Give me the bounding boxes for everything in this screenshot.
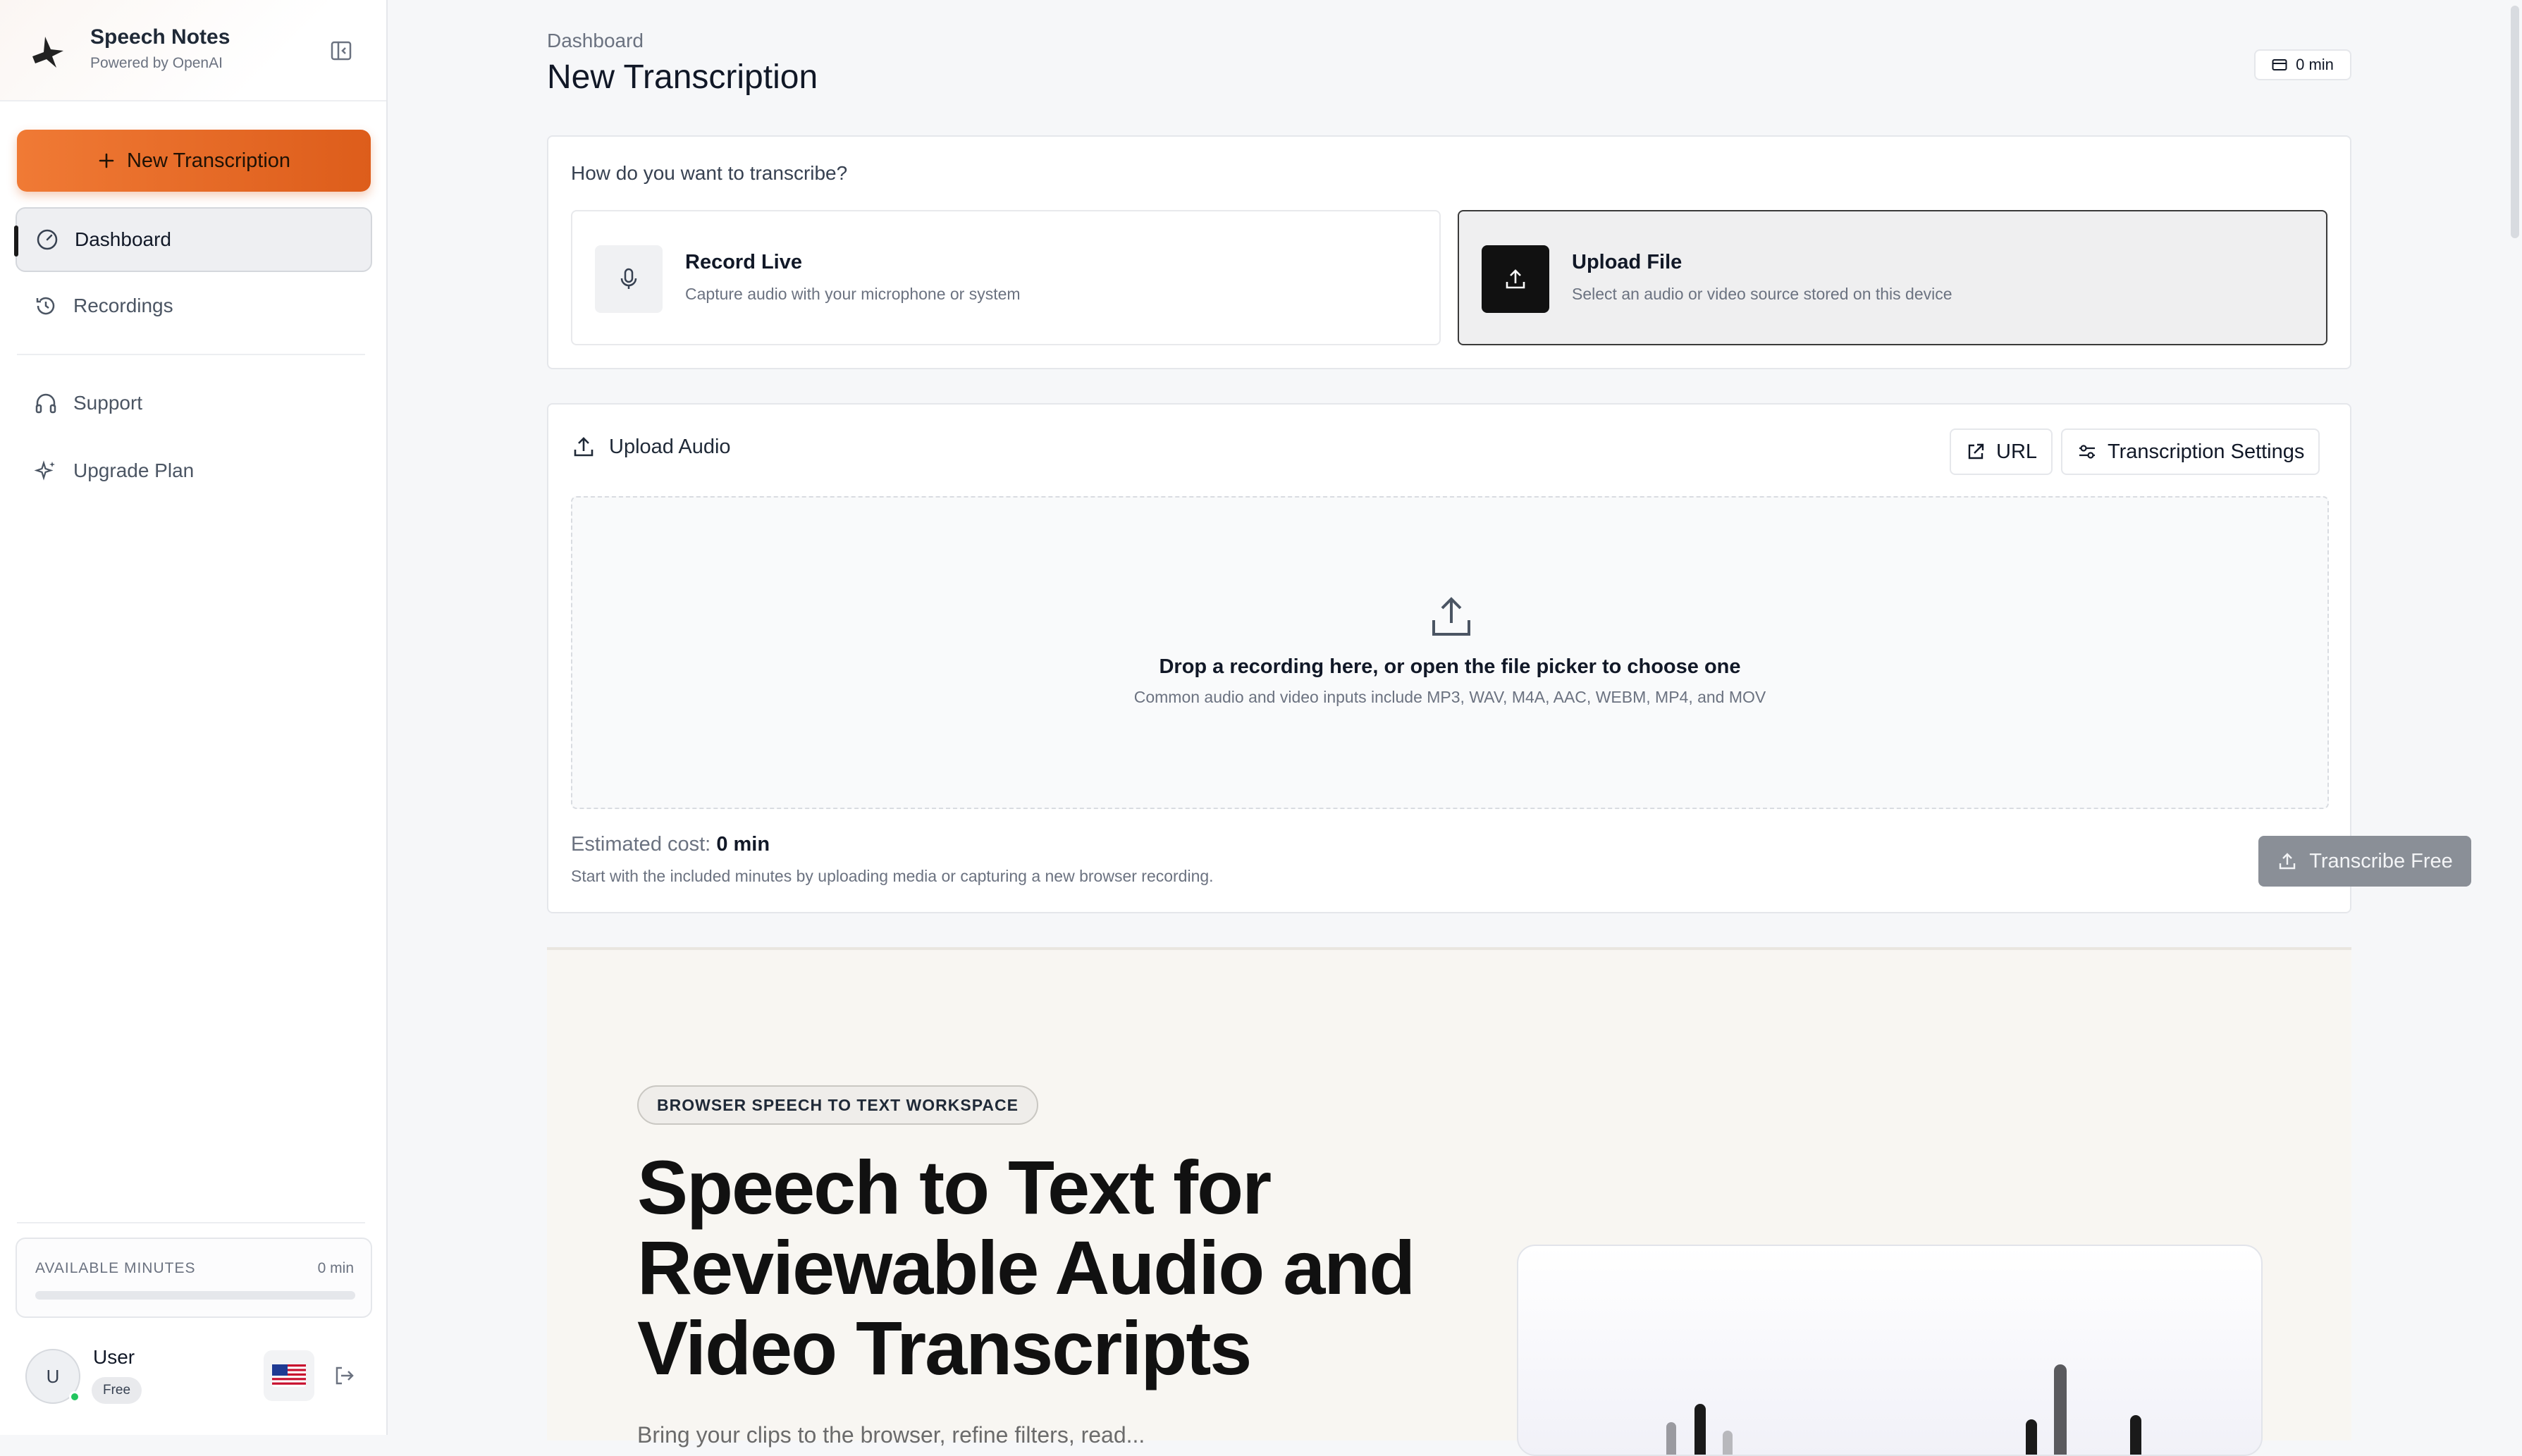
dropzone-title: Drop a recording here, or open the file …: [1159, 655, 1741, 678]
available-minutes-value: 0 min: [317, 1260, 354, 1276]
minutes-pill-value: 0 min: [2296, 56, 2334, 73]
upload-audio-title: Upload Audio: [609, 435, 731, 458]
bird-logo-icon: [32, 37, 63, 68]
upload-icon: [574, 437, 593, 457]
file-dropzone[interactable]: Drop a recording here, or open the file …: [571, 496, 2329, 809]
hero-badge: BROWSER SPEECH TO TEXT WORKSPACE: [637, 1085, 1038, 1125]
card-icon: [2272, 59, 2287, 70]
online-status-dot: [69, 1391, 80, 1402]
url-button[interactable]: URL: [1950, 428, 2053, 475]
app-title: Speech Notes: [90, 25, 230, 49]
upload-file-option[interactable]: Upload File Select an audio or video sou…: [1458, 210, 2327, 345]
option-title: Record Live: [685, 251, 802, 273]
sidebar-header: Speech Notes Powered by OpenAI: [0, 0, 386, 101]
minutes-progress-bar: [35, 1291, 355, 1300]
option-title: Upload File: [1572, 251, 1683, 273]
transcription-settings-label: Transcription Settings: [2108, 440, 2305, 463]
hero-title-line: Video Transcripts: [637, 1305, 1252, 1390]
mode-question: How do you want to transcribe?: [571, 162, 848, 184]
gauge-icon: [37, 229, 58, 250]
language-button[interactable]: [264, 1350, 314, 1401]
minutes-pill: 0 min: [2254, 49, 2351, 80]
main-content: Dashboard New Transcription 0 min How do…: [388, 0, 2522, 1456]
hero-title: Speech to Text for Reviewable Audio and …: [637, 1147, 1483, 1388]
available-minutes-label: AVAILABLE MINUTES: [35, 1260, 196, 1276]
sidebar-item-label: Upgrade Plan: [73, 459, 195, 481]
scrollbar-thumb[interactable]: [2511, 6, 2519, 238]
available-minutes-card: AVAILABLE MINUTES 0 min: [16, 1238, 372, 1318]
estimated-cost-value: 0 min: [716, 833, 770, 856]
sidebar-item-support[interactable]: Support: [16, 371, 372, 436]
transcription-mode-card: How do you want to transcribe? Record Li…: [547, 135, 2351, 369]
sliders-icon: [2079, 445, 2095, 459]
option-desc: Capture audio with your microphone or sy…: [685, 285, 1021, 303]
estimated-cost-label: Estimated cost:: [571, 833, 711, 856]
hero-section: BROWSER SPEECH TO TEXT WORKSPACE Speech …: [547, 947, 2351, 1456]
page-title: New Transcription: [547, 58, 818, 96]
sidebar-collapse-icon[interactable]: [328, 38, 354, 63]
record-live-option[interactable]: Record Live Capture audio with your micr…: [571, 210, 1441, 345]
waveform-icon: [1666, 1364, 2141, 1455]
option-desc: Select an audio or video source stored o…: [1572, 285, 1952, 303]
waveform-preview: [1517, 1245, 2263, 1456]
sidebar-item-recordings[interactable]: Recordings: [16, 273, 372, 338]
sparkles-icon: [34, 460, 55, 481]
sidebar-bottom-divider: [17, 1222, 365, 1223]
new-transcription-label: New Transcription: [126, 149, 291, 172]
sidebar-item-label: Recordings: [73, 295, 173, 316]
hero-title-line: Speech to Text for: [637, 1145, 1272, 1230]
upload-icon: [2279, 853, 2296, 870]
transcribe-button[interactable]: Transcribe Free: [2258, 836, 2471, 887]
external-link-icon: [1968, 443, 1984, 459]
record-live-icon-box: [595, 245, 663, 313]
plus-icon: [99, 153, 114, 168]
upload-file-icon-box: [1482, 245, 1549, 313]
sidebar-item-upgrade[interactable]: Upgrade Plan: [16, 438, 372, 503]
transcription-settings-button[interactable]: Transcription Settings: [2061, 428, 2320, 475]
sidebar-divider: [17, 354, 365, 355]
url-button-label: URL: [1996, 440, 2038, 463]
upload-icon: [1506, 269, 1525, 289]
user-name: User: [93, 1346, 135, 1368]
sidebar-item-label: Support: [73, 392, 143, 414]
plan-badge: Free: [92, 1377, 142, 1404]
breadcrumb[interactable]: Dashboard: [547, 30, 644, 52]
estimated-cost-desc: Start with the included minutes by uploa…: [571, 867, 1214, 885]
upload-icon: [1432, 597, 1470, 636]
hero-subtitle: Bring your clips to the browser, refine …: [637, 1422, 1145, 1448]
sidebar-item-dashboard[interactable]: Dashboard: [14, 207, 372, 272]
new-transcription-button[interactable]: New Transcription: [17, 130, 371, 192]
headphones-icon: [35, 393, 56, 414]
app-subtitle: Powered by OpenAI: [90, 55, 223, 71]
microphone-icon: [620, 268, 637, 289]
estimated-cost: Estimated cost: 0 min: [571, 833, 770, 856]
upload-audio-card: Upload Audio URL Transcription Settings: [547, 403, 2471, 913]
transcribe-button-label: Transcribe Free: [2309, 849, 2453, 872]
us-flag-icon: [272, 1364, 306, 1387]
sidebar: Speech Notes Powered by OpenAI New Trans…: [0, 0, 388, 1435]
sidebar-item-label: Dashboard: [75, 228, 171, 250]
logout-icon[interactable]: [331, 1363, 357, 1388]
upload-audio-header: Upload Audio: [571, 434, 731, 459]
dropzone-desc: Common audio and video inputs include MP…: [1133, 688, 1766, 706]
history-icon: [36, 297, 55, 315]
hero-title-line: Reviewable Audio and: [637, 1225, 1415, 1310]
